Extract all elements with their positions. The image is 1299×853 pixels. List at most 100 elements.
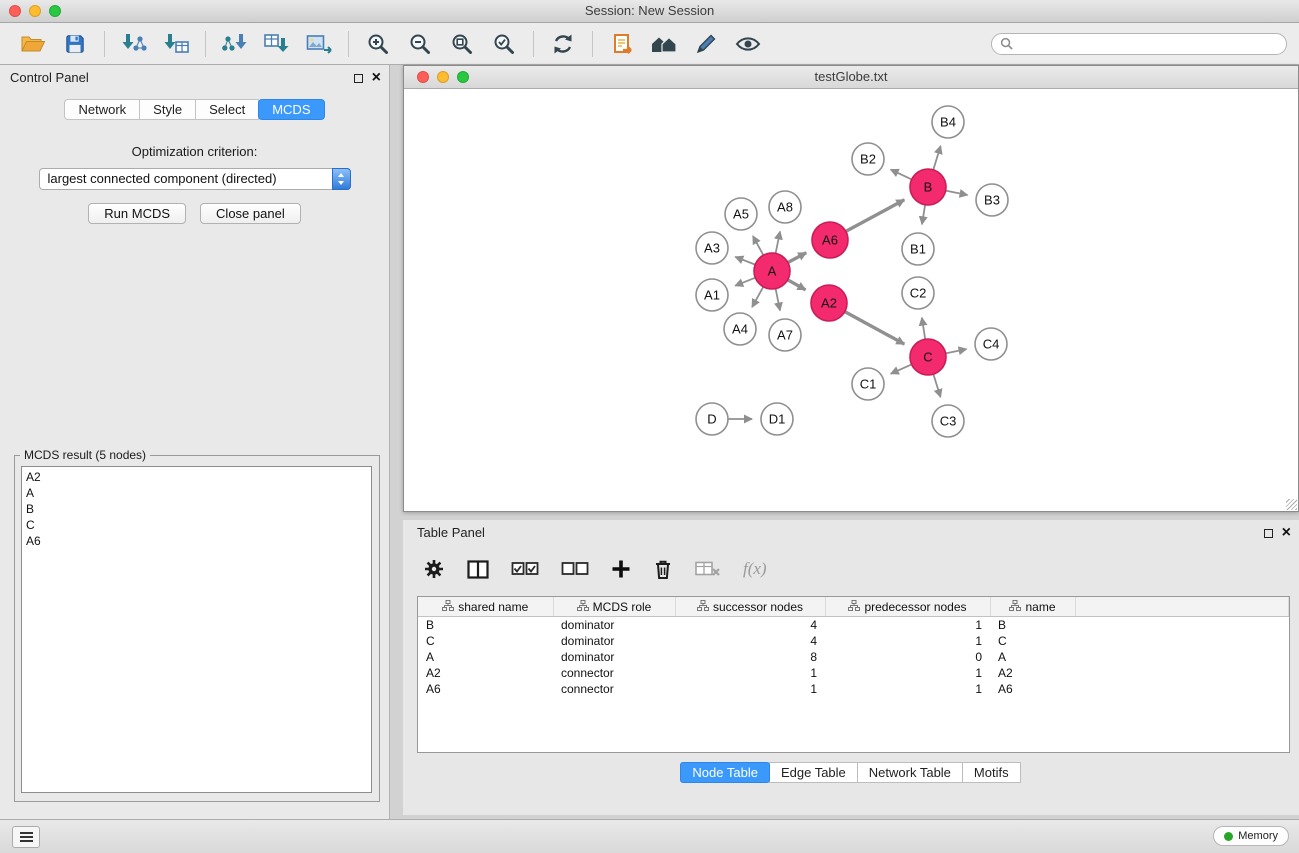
graph-node-C4[interactable]: C4 bbox=[975, 328, 1007, 360]
graph-node-A3[interactable]: A3 bbox=[696, 232, 728, 264]
graph-edge-C-C4[interactable] bbox=[946, 349, 967, 353]
save-session-icon[interactable] bbox=[58, 28, 92, 60]
tab-mcds[interactable]: MCDS bbox=[258, 99, 324, 120]
criterion-dropdown[interactable]: largest connected component (directed) bbox=[39, 168, 351, 190]
select-all-icon[interactable] bbox=[511, 556, 539, 582]
export-image-icon[interactable] bbox=[302, 28, 336, 60]
graph-node-A2[interactable]: A2 bbox=[811, 285, 847, 321]
graph-edge-A6-B[interactable] bbox=[846, 200, 905, 232]
result-item[interactable]: A2 bbox=[26, 469, 367, 485]
graph-node-B3[interactable]: B3 bbox=[976, 184, 1008, 216]
import-table-icon[interactable] bbox=[159, 28, 193, 60]
minimize-window-button[interactable] bbox=[29, 5, 41, 17]
zoom-network-window-button[interactable] bbox=[457, 71, 469, 83]
window-resize-grip[interactable] bbox=[1286, 499, 1297, 510]
import-network-icon[interactable] bbox=[117, 28, 151, 60]
graph-node-B2[interactable]: B2 bbox=[852, 143, 884, 175]
function-builder-icon[interactable]: f(x) bbox=[743, 556, 767, 582]
deselect-all-icon[interactable] bbox=[561, 556, 589, 582]
float-table-panel-icon[interactable] bbox=[1264, 529, 1273, 538]
graph-node-C3[interactable]: C3 bbox=[932, 405, 964, 437]
close-table-panel-icon[interactable]: × bbox=[1282, 528, 1291, 538]
open-recent-page-icon[interactable] bbox=[605, 28, 639, 60]
table-row[interactable]: Cdominator41C bbox=[418, 633, 1289, 649]
add-column-icon[interactable] bbox=[611, 556, 631, 582]
open-session-icon[interactable] bbox=[16, 28, 50, 60]
tab-motifs[interactable]: Motifs bbox=[962, 762, 1021, 783]
column-header-MCDS-role[interactable]: MCDS role bbox=[553, 597, 675, 617]
graph-edge-B-B3[interactable] bbox=[946, 191, 968, 195]
result-item[interactable]: A6 bbox=[26, 533, 367, 549]
graph-edge-A-A5[interactable] bbox=[753, 236, 764, 255]
annotate-brush-icon[interactable] bbox=[689, 28, 723, 60]
graph-edge-C-C3[interactable] bbox=[933, 374, 940, 397]
table-row[interactable]: A6connector11A6 bbox=[418, 681, 1289, 697]
graph-edge-B-B1[interactable] bbox=[922, 205, 925, 225]
zoom-out-icon[interactable] bbox=[403, 28, 437, 60]
graph-edge-B-B4[interactable] bbox=[933, 146, 940, 170]
graph-edge-C-C2[interactable] bbox=[922, 318, 925, 340]
graph-node-A6[interactable]: A6 bbox=[812, 222, 848, 258]
close-panel-button[interactable]: Close panel bbox=[200, 203, 301, 224]
graph-node-C1[interactable]: C1 bbox=[852, 368, 884, 400]
graph-edge-B-B2[interactable] bbox=[891, 170, 912, 180]
column-header-name[interactable]: name bbox=[990, 597, 1075, 617]
graph-edge-A-A6[interactable] bbox=[788, 253, 806, 263]
graph-edge-A-A4[interactable] bbox=[752, 287, 763, 307]
task-history-button[interactable] bbox=[12, 826, 40, 848]
destroy-table-icon[interactable] bbox=[695, 556, 721, 582]
graph-node-C2[interactable]: C2 bbox=[902, 277, 934, 309]
zoom-window-button[interactable] bbox=[49, 5, 61, 17]
graph-node-A[interactable]: A bbox=[754, 253, 790, 289]
run-mcds-button[interactable]: Run MCDS bbox=[88, 203, 186, 224]
graph-node-A5[interactable]: A5 bbox=[725, 198, 757, 230]
graph-node-A4[interactable]: A4 bbox=[724, 313, 756, 345]
float-panel-icon[interactable] bbox=[354, 74, 363, 83]
graph-edge-A-A2[interactable] bbox=[788, 280, 806, 290]
graph-edge-A-A8[interactable] bbox=[776, 232, 780, 254]
graph-node-B4[interactable]: B4 bbox=[932, 106, 964, 138]
zoom-fit-icon[interactable] bbox=[445, 28, 479, 60]
table-row[interactable]: Bdominator41B bbox=[418, 617, 1289, 634]
settings-gear-icon[interactable] bbox=[423, 556, 445, 582]
memory-button[interactable]: Memory bbox=[1213, 826, 1289, 846]
tab-network[interactable]: Network bbox=[64, 99, 140, 120]
tab-style[interactable]: Style bbox=[139, 99, 196, 120]
close-network-window-button[interactable] bbox=[417, 71, 429, 83]
refresh-icon[interactable] bbox=[546, 28, 580, 60]
graph-edge-A2-C[interactable] bbox=[845, 312, 905, 345]
close-window-button[interactable] bbox=[9, 5, 21, 17]
graph-edge-C-C1[interactable] bbox=[891, 364, 912, 373]
column-header-predecessor-nodes[interactable]: predecessor nodes bbox=[825, 597, 990, 617]
graph-node-B[interactable]: B bbox=[910, 169, 946, 205]
graph-node-A7[interactable]: A7 bbox=[769, 319, 801, 351]
search-input[interactable] bbox=[1017, 36, 1278, 52]
graph-node-D1[interactable]: D1 bbox=[761, 403, 793, 435]
graph-node-A8[interactable]: A8 bbox=[769, 191, 801, 223]
export-network-icon[interactable] bbox=[218, 28, 252, 60]
search-box[interactable] bbox=[991, 33, 1287, 55]
tab-edge-table[interactable]: Edge Table bbox=[769, 762, 858, 783]
graph-edge-A-A7[interactable] bbox=[776, 289, 780, 311]
mcds-result-list[interactable]: A2ABCA6 bbox=[21, 466, 372, 793]
dropdown-stepper-icon[interactable] bbox=[332, 168, 351, 190]
show-hide-details-eye-icon[interactable] bbox=[731, 28, 765, 60]
zoom-in-icon[interactable] bbox=[361, 28, 395, 60]
graph-node-C[interactable]: C bbox=[910, 339, 946, 375]
column-header-successor-nodes[interactable]: successor nodes bbox=[675, 597, 825, 617]
home-icon[interactable] bbox=[647, 28, 681, 60]
column-header-shared-name[interactable]: shared name bbox=[418, 597, 553, 617]
zoom-selected-icon[interactable] bbox=[487, 28, 521, 60]
network-canvas[interactable]: B4B2BB3A5A8A6B1A3AC2A1A2A4A7C4CC1C3DD1 bbox=[404, 89, 1298, 513]
result-item[interactable]: C bbox=[26, 517, 367, 533]
table-row[interactable]: Adominator80A bbox=[418, 649, 1289, 665]
tab-select[interactable]: Select bbox=[195, 99, 259, 120]
graph-node-D[interactable]: D bbox=[696, 403, 728, 435]
result-item[interactable]: A bbox=[26, 485, 367, 501]
delete-trash-icon[interactable] bbox=[653, 556, 673, 582]
result-item[interactable]: B bbox=[26, 501, 367, 517]
close-panel-icon[interactable]: × bbox=[372, 73, 381, 83]
tab-network-table[interactable]: Network Table bbox=[857, 762, 963, 783]
columns-icon[interactable] bbox=[467, 556, 489, 582]
graph-node-B1[interactable]: B1 bbox=[902, 233, 934, 265]
